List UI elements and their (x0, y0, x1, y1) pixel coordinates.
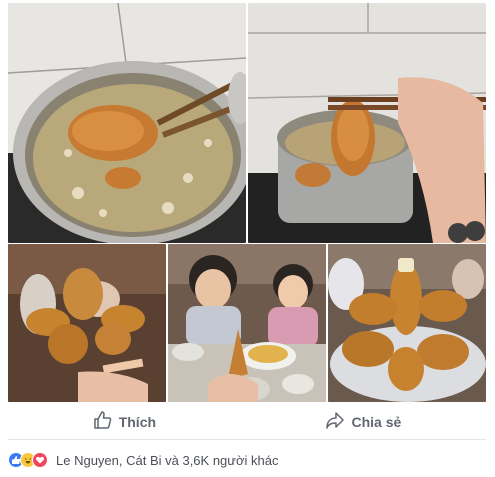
share-label: Chia sẻ (351, 413, 402, 430)
like-button[interactable]: Thích (79, 404, 170, 439)
photo-kids-dinner-image (168, 244, 326, 402)
photo-chicken-platter[interactable] (328, 244, 486, 402)
reaction-icons (8, 452, 48, 468)
post-action-bar: Thích Chia sẻ (8, 404, 486, 440)
photo-chopsticks-chicken-image (248, 3, 486, 243)
share-arrow-icon (325, 410, 345, 433)
photo-chopsticks-chicken[interactable] (248, 3, 486, 243)
reactions-summary[interactable]: Le Nguyen, Cát Bi và 3,6K người khác (8, 447, 278, 473)
reactions-text: Le Nguyen, Cát Bi và 3,6K người khác (56, 452, 279, 468)
photo-chicken-platter-image (328, 244, 486, 402)
photo-frying-pot-image (8, 3, 246, 243)
photo-kids-dinner[interactable] (168, 244, 326, 402)
photo-frying-pot[interactable] (8, 3, 246, 243)
thumbs-up-icon (93, 410, 113, 433)
share-button[interactable]: Chia sẻ (311, 404, 415, 439)
like-label: Thích (118, 413, 157, 430)
photo-chicken-bouquet[interactable] (8, 244, 166, 402)
love-icon (32, 452, 48, 468)
photo-chicken-bouquet-image (8, 244, 166, 402)
